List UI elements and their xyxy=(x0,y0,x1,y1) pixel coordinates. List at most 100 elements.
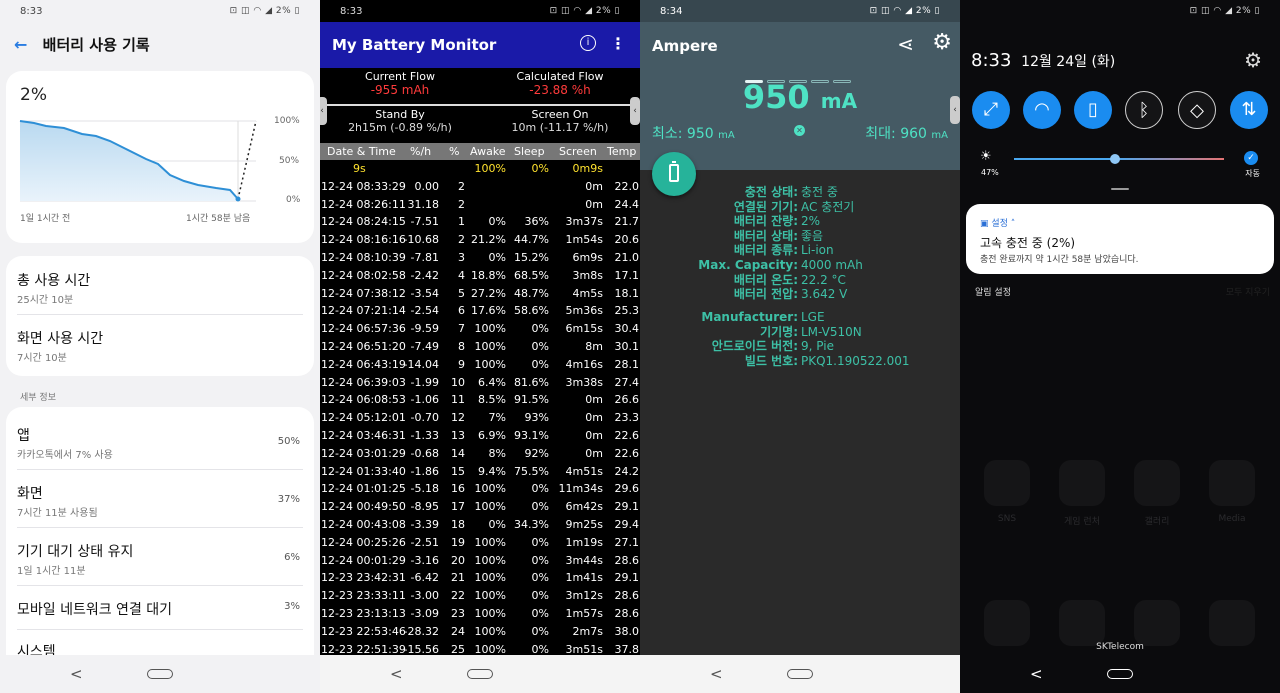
table-cell: 8 xyxy=(458,340,465,353)
info-value: LGE xyxy=(801,310,825,324)
table-cell: 4m51s xyxy=(565,464,603,478)
share-icon[interactable]: ⋖ xyxy=(897,32,914,56)
divider xyxy=(17,629,303,630)
rotation-tile-icon[interactable]: ◇ xyxy=(1178,91,1216,129)
nav-back-icon[interactable]: < xyxy=(1030,665,1043,683)
table-cell: 22.6 xyxy=(614,446,640,460)
calculated-flow: Calculated Flow -23.88 %h xyxy=(480,70,640,97)
table-cell: 0% xyxy=(531,535,549,549)
battery-graph-card: 2% 100% 50% 0% 1일 1시간 전 1시간 58분 남음 xyxy=(6,71,314,243)
battery-fab-button[interactable] xyxy=(652,152,696,196)
info-label: Max. Capacity: xyxy=(698,258,798,272)
settings-gear-icon[interactable]: ⚙ xyxy=(1244,48,1262,72)
table-row: 12-23 22:53:46 -28.32 24 100% 0% 2m7s 38.0 xyxy=(320,623,640,641)
table-cell: 21.7 xyxy=(614,215,640,229)
standby: Stand By 2h15m (-0.89 %/h) xyxy=(320,108,480,134)
table-cell: 0m xyxy=(585,429,603,442)
table-cell: 6m9s xyxy=(572,251,603,264)
navigation-bar: < xyxy=(320,655,640,693)
info-icon[interactable]: i xyxy=(580,35,596,51)
total-usage-label[interactable]: 총 사용 시간 xyxy=(17,270,90,290)
col-header[interactable]: Date & Time xyxy=(327,145,396,158)
table-cell: 0% xyxy=(531,162,549,175)
table-cell: 100% xyxy=(474,340,506,353)
table-cell: 29.1 xyxy=(614,571,640,585)
col-header[interactable]: %/h xyxy=(410,145,431,158)
table-row: 12-23 23:13:13 -3.09 23 100% 0% 1m57s 28.6 xyxy=(320,605,640,623)
table-row: 12-24 01:01:25 -5.18 16 100% 0% 11m34s 29.6 xyxy=(320,480,640,498)
bg-app-icon xyxy=(1209,600,1255,646)
brightness-slider-knob[interactable] xyxy=(1109,154,1120,164)
table-cell: 3m37s xyxy=(565,215,603,229)
table-cell: 28.6 xyxy=(614,553,640,567)
calculated-flow-value: -23.88 %h xyxy=(529,83,591,97)
total-usage-value: 25시간 10분 xyxy=(17,295,74,306)
table-cell: 3m51s xyxy=(565,642,603,656)
bluetooth-tile-icon[interactable]: ᛒ xyxy=(1125,91,1163,129)
settings-gear-icon[interactable]: ⚙ xyxy=(932,30,952,55)
navigation-bar: < xyxy=(640,655,960,693)
drawer-left-icon[interactable]: ‹ xyxy=(320,97,327,125)
table-header: Date & Time %/h % Awake Sleep Screen Tem… xyxy=(320,143,640,160)
notification-settings-link[interactable]: 알림 설정 xyxy=(975,285,1011,298)
table-cell: 1m54s xyxy=(565,233,603,247)
info-value: 3.642 V xyxy=(801,287,848,302)
nav-back-icon[interactable]: < xyxy=(710,665,723,683)
table-cell: 10 xyxy=(451,375,465,389)
x-label-start: 1일 1시간 전 xyxy=(20,214,71,224)
nav-back-icon[interactable]: < xyxy=(390,665,403,683)
table-cell: 81.6% xyxy=(514,375,549,389)
table-cell: 34.3% xyxy=(514,518,549,531)
table-cell: 100% xyxy=(474,357,506,371)
bg-app-icon xyxy=(1134,460,1180,506)
more-menu-icon[interactable]: ⋮ xyxy=(610,34,626,53)
table-cell: 12-24 00:43:08 xyxy=(321,518,406,531)
drawer-right-icon[interactable]: ‹ xyxy=(630,97,640,125)
table-cell: 18 xyxy=(451,518,465,531)
app-title: My Battery Monitor xyxy=(332,36,497,54)
data-tile-icon[interactable]: ⇅ xyxy=(1230,91,1268,129)
battery-monitor-screen: 8:33 ⊡ ◫ ◠ ◢ 2% ▯ My Battery Monitor i ⋮… xyxy=(320,0,640,693)
table-row: 12-23 23:33:11 -3.00 22 100% 0% 3m12s 28.6 xyxy=(320,587,640,605)
screen-on-label: Screen On xyxy=(531,108,589,121)
drawer-right-icon[interactable]: ‹ xyxy=(950,96,960,124)
nav-home-icon[interactable] xyxy=(1107,669,1133,679)
nav-home-icon[interactable] xyxy=(147,669,173,679)
table-cell: 12 xyxy=(451,411,465,425)
vibrate-tile-icon[interactable]: ▯ xyxy=(1074,91,1112,129)
y-label-50: 50% xyxy=(279,156,300,166)
nav-home-icon[interactable] xyxy=(467,669,493,679)
info-value: AC 충전기 xyxy=(801,199,855,214)
wifi-tile-icon[interactable]: ◠ xyxy=(1023,91,1061,129)
table-cell: 12-24 00:01:29 xyxy=(321,553,406,567)
col-header[interactable]: % xyxy=(449,145,459,158)
col-header[interactable]: Temp xyxy=(607,145,636,158)
table-cell: 0% xyxy=(488,215,506,229)
screen-usage-label[interactable]: 화면 사용 시간 xyxy=(17,328,103,348)
drag-handle[interactable] xyxy=(1111,188,1129,190)
capture-tile-icon[interactable]: ⤢ xyxy=(972,91,1010,129)
detail-pct: 6% xyxy=(284,552,300,563)
table-cell: 100% xyxy=(474,553,506,567)
table-cell: -8.95 xyxy=(410,500,439,514)
col-header[interactable]: Sleep xyxy=(514,145,545,158)
table-cell: -2.51 xyxy=(410,535,439,549)
col-header[interactable]: Screen xyxy=(559,145,597,158)
clear-all-link[interactable]: 모두 지우기 xyxy=(1226,285,1270,298)
reset-close-icon[interactable]: ✕ xyxy=(794,125,805,136)
table-row: 12-24 01:33:40 -1.86 15 9.4% 75.5% 4m51s 24.2 xyxy=(320,463,640,481)
col-header[interactable]: Awake xyxy=(470,145,506,158)
table-cell: 12-24 06:51:20 xyxy=(321,340,406,353)
table-cell: 100% xyxy=(474,535,506,549)
info-label: 연결된 기기: xyxy=(733,199,798,214)
auto-brightness-check-icon[interactable]: ✓ xyxy=(1244,151,1258,165)
charging-notification[interactable]: ▣ 설정 ˄ 고속 충전 중 (2%) 충전 완료까지 약 1시간 58분 남았… xyxy=(966,204,1274,274)
battery-usage-screen: 8:33 ⊡ ◫ ◠ ◢ 2% ▯ ← 배터리 사용 기록 2% 100% 50… xyxy=(0,0,320,693)
nav-back-icon[interactable]: < xyxy=(70,665,83,683)
bg-app-icon xyxy=(1059,460,1105,506)
table-cell: 22 xyxy=(451,589,465,603)
table-cell: -7.81 xyxy=(410,251,439,264)
table-cell: 0% xyxy=(531,642,549,656)
back-arrow-icon[interactable]: ← xyxy=(14,35,27,54)
nav-home-icon[interactable] xyxy=(787,669,813,679)
